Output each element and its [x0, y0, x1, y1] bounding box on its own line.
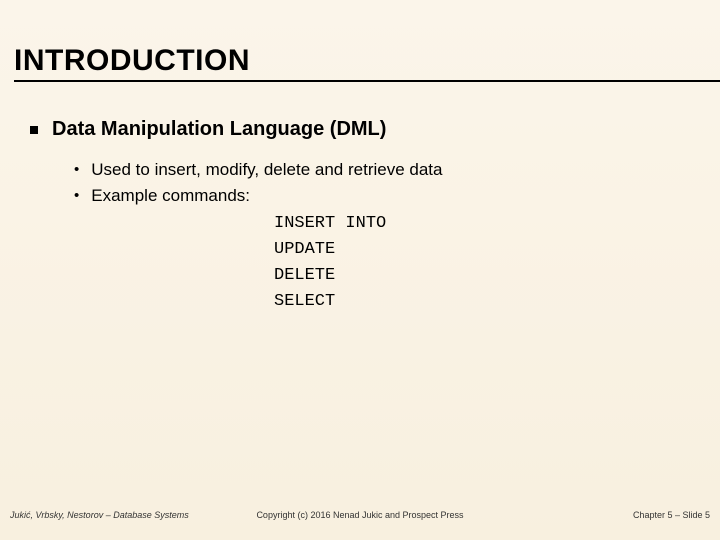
footer: Jukić, Vrbsky, Nestorov – Database Syste…: [0, 510, 720, 526]
dot-bullet-icon: •: [74, 159, 79, 181]
footer-right: Chapter 5 – Slide 5: [633, 510, 710, 520]
dot-bullet-icon: •: [74, 185, 79, 207]
slide-title: INTRODUCTION: [14, 44, 720, 78]
title-bar: INTRODUCTION: [14, 44, 720, 82]
square-bullet-icon: [30, 126, 38, 134]
command-item: SELECT: [274, 289, 690, 315]
sub-bullet-list: • Used to insert, modify, delete and ret…: [74, 159, 690, 315]
sub-bullet-text: Used to insert, modify, delete and retri…: [91, 159, 442, 181]
command-item: INSERT INTO: [274, 211, 690, 237]
sub-bullet: • Example commands:: [74, 185, 690, 207]
content-area: Data Manipulation Language (DML) • Used …: [30, 118, 690, 315]
main-bullet: Data Manipulation Language (DML): [30, 118, 690, 141]
sub-bullet: • Used to insert, modify, delete and ret…: [74, 159, 690, 181]
command-item: DELETE: [274, 263, 690, 289]
sub-bullet-text: Example commands:: [91, 185, 250, 207]
command-list: INSERT INTO UPDATE DELETE SELECT: [274, 211, 690, 315]
footer-center: Copyright (c) 2016 Nenad Jukic and Prosp…: [0, 510, 720, 520]
main-bullet-text: Data Manipulation Language (DML): [52, 118, 386, 141]
command-item: UPDATE: [274, 237, 690, 263]
